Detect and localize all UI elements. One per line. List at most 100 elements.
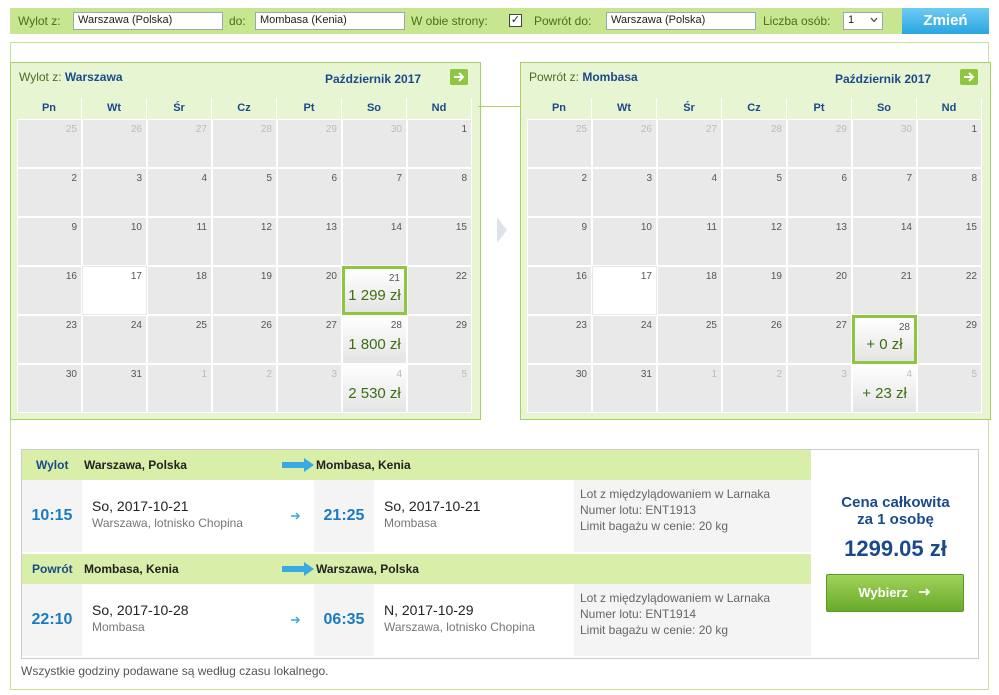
arrow-right-icon xyxy=(291,512,301,520)
calendar-day: 8 xyxy=(407,168,472,217)
day-number: 11 xyxy=(196,222,207,233)
day-number: 1 xyxy=(461,124,467,135)
departure-date: So, 2017-10-21 xyxy=(92,498,189,514)
calendar-week: 25 26 27 28 29 30 1 xyxy=(527,119,982,168)
chevron-right-icon xyxy=(497,217,507,243)
calendar-day: 15 xyxy=(407,217,472,266)
weekday-label: Wt xyxy=(82,98,147,119)
day-number: 29 xyxy=(325,124,337,135)
day-number: 4 xyxy=(906,369,912,380)
return-row: 22:10 So, 2017-10-28 Mombasa 06:35 N, 20… xyxy=(22,584,811,656)
day-number: 10 xyxy=(130,222,142,233)
calendar-day: 26 xyxy=(592,119,657,168)
day-number: 28 xyxy=(898,322,910,333)
calendar-day[interactable]: 4 + 23 zł xyxy=(852,364,917,413)
arrival-time: 06:35 xyxy=(314,584,374,656)
day-number: 27 xyxy=(325,320,337,331)
choose-button[interactable]: Wybierz xyxy=(826,574,964,612)
calendar-day: 25 xyxy=(17,119,82,168)
day-number: 7 xyxy=(396,173,402,184)
day-number: 17 xyxy=(130,271,142,282)
calendar-day: 21 xyxy=(852,266,917,315)
calendar-title: Wylot z: Warszawa xyxy=(19,70,123,84)
calendar-title: Powrót z: Mombasa xyxy=(529,70,638,84)
flight-number: Numer lotu: ENT1913 xyxy=(580,503,697,517)
calendar-day: 31 xyxy=(82,364,147,413)
calendar-header: Powrót z: Mombasa Październik 2017 xyxy=(521,63,990,93)
calendar-day: 25 xyxy=(147,315,212,364)
outbound-label: Wylot xyxy=(36,458,69,472)
weekday-header: Pn Wt Śr Cz Pt So Nd xyxy=(17,98,472,119)
day-number: 4 xyxy=(711,173,717,184)
day-number: 1 xyxy=(971,124,977,135)
day-number: 3 xyxy=(331,369,337,380)
day-number: 16 xyxy=(65,271,77,282)
persons-select[interactable]: 1 xyxy=(843,12,883,30)
change-button[interactable]: Zmień xyxy=(902,8,989,34)
to-input[interactable]: Mombasa (Kenia) xyxy=(255,12,405,30)
flight-stopover: Lot z międzylądowaniem w Larnaka xyxy=(580,487,771,501)
departure-date-block: So, 2017-10-21 Warszawa, lotnisko Chopin… xyxy=(92,498,243,530)
day-number: 2 xyxy=(776,369,782,380)
next-month-button[interactable] xyxy=(960,69,978,85)
day-number: 5 xyxy=(461,369,467,380)
return-label: Powrót do: xyxy=(534,14,592,28)
calendar-week: 23 24 25 26 27 28 + 0 zł 29 xyxy=(527,315,982,364)
return-input[interactable]: Warszawa (Polska) xyxy=(606,12,756,30)
calendar-day[interactable]: 21 1 299 zł xyxy=(342,266,407,315)
from-input[interactable]: Warszawa (Polska) xyxy=(73,12,223,30)
day-number: 2 xyxy=(581,173,587,184)
persons-value: 1 xyxy=(848,14,855,26)
calendar-grid: Pn Wt Śr Cz Pt So Nd 25 26 27 28 29 30 1 2 3 4 5 6 7 8 9 10 11 1… xyxy=(17,98,472,413)
calendar-day: 16 xyxy=(17,266,82,315)
departure-place: Mombasa xyxy=(92,620,145,634)
day-number: 5 xyxy=(776,173,782,184)
weekday-label: Pt xyxy=(277,98,342,119)
day-number: 14 xyxy=(390,222,402,233)
day-number: 24 xyxy=(640,320,652,331)
day-number: 6 xyxy=(331,173,337,184)
calendar-day: 6 xyxy=(277,168,342,217)
calendar-day[interactable]: 4 2 530 zł xyxy=(342,364,407,413)
next-month-button[interactable] xyxy=(450,69,468,85)
day-number: 9 xyxy=(71,222,77,233)
calendar-day[interactable]: 28 + 0 zł xyxy=(852,315,917,364)
day-price: 1 299 zł xyxy=(348,287,401,304)
weekday-label: Nd xyxy=(407,98,472,119)
both-ways-checkbox[interactable]: ✓ xyxy=(509,14,522,27)
calendar-day[interactable]: 28 1 800 zł xyxy=(342,315,407,364)
calendar-day: 19 xyxy=(722,266,787,315)
arrow-right-icon xyxy=(454,72,465,82)
calendar-day: 17 xyxy=(82,266,147,315)
calendar-day: 23 xyxy=(17,315,82,364)
calendar-day: 13 xyxy=(277,217,342,266)
calendar-day: 2 xyxy=(527,168,592,217)
chevron-down-icon xyxy=(870,17,878,23)
arrow-right-icon xyxy=(282,458,314,472)
day-number: 4 xyxy=(396,369,402,380)
day-number: 28 xyxy=(260,124,272,135)
day-number: 30 xyxy=(390,124,402,135)
calendar-day: 3 xyxy=(277,364,342,413)
calendar-day: 7 xyxy=(852,168,917,217)
day-number: 27 xyxy=(835,320,847,331)
arrival-time: 21:25 xyxy=(314,480,374,552)
calendar-day: 27 xyxy=(787,315,852,364)
flight-info: Lot z międzylądowaniem w Larnaka Numer l… xyxy=(574,480,811,552)
calendar-day: 30 xyxy=(17,364,82,413)
return-label: Powrót xyxy=(32,562,73,576)
arrival-date: N, 2017-10-29 xyxy=(384,602,474,618)
day-number: 19 xyxy=(770,271,782,282)
weekday-label: Śr xyxy=(147,98,212,119)
calendar-day: 7 xyxy=(342,168,407,217)
calendar-day: 6 xyxy=(787,168,852,217)
calendar-day: 1 xyxy=(147,364,212,413)
day-price: 2 530 zł xyxy=(348,385,401,402)
day-number: 23 xyxy=(65,320,77,331)
calendar-week: 9 10 11 12 13 14 15 xyxy=(17,217,472,266)
day-number: 28 xyxy=(770,124,782,135)
day-number: 6 xyxy=(841,173,847,184)
calendar-day: 10 xyxy=(592,217,657,266)
return-to: Warszawa, Polska xyxy=(316,562,419,576)
return-from: Mombasa, Kenia xyxy=(84,562,179,576)
